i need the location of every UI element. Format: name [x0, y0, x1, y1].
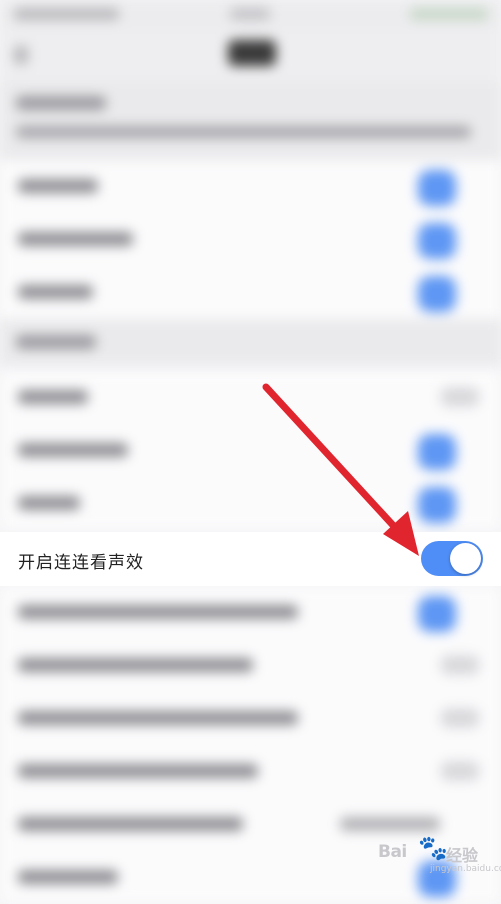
toggle-knob: [450, 543, 481, 574]
setting-row-11[interactable]: [0, 745, 501, 798]
setting-row-4[interactable]: [0, 371, 501, 424]
status-bar: [0, 0, 501, 30]
setting-row-6[interactable]: [0, 477, 501, 530]
setting-row-5[interactable]: [0, 424, 501, 477]
sound-effect-toggle[interactable]: [421, 541, 483, 576]
setting-row-2[interactable]: [0, 213, 501, 266]
watermark-logo: Bai: [378, 842, 407, 862]
section-header-2: [0, 319, 501, 365]
watermark-url: jingyan.baidu.com: [430, 864, 501, 874]
status-bar-left: [14, 8, 119, 20]
toggle-on-icon[interactable]: [418, 223, 456, 259]
toggle-off-icon[interactable]: [440, 708, 480, 728]
setting-row-9[interactable]: [0, 639, 501, 692]
toggle-on-icon[interactable]: [418, 487, 456, 523]
back-icon[interactable]: [14, 46, 28, 64]
baidu-jingyan-watermark: Bai 🐾 经验 jingyan.baidu.com: [378, 830, 501, 880]
watermark-text: 经验: [446, 846, 479, 865]
setting-row-3[interactable]: [0, 266, 501, 319]
toggle-off-icon[interactable]: [440, 387, 480, 407]
status-bar-time: [230, 8, 270, 20]
paw-icon: 🐾: [418, 834, 448, 862]
toggle-off-icon[interactable]: [440, 761, 480, 781]
page-title: [228, 40, 276, 66]
toggle-off-icon[interactable]: [440, 655, 480, 675]
toggle-on-icon[interactable]: [418, 170, 456, 206]
setting-row-link-sound[interactable]: 开启连连看声效: [0, 532, 501, 586]
toggle-on-icon[interactable]: [418, 434, 456, 470]
status-bar-battery: [410, 8, 488, 20]
section-header-1: [0, 82, 501, 160]
toggle-on-icon[interactable]: [418, 596, 456, 632]
blurred-settings-background: [0, 0, 501, 904]
toggle-on-icon[interactable]: [418, 276, 456, 312]
setting-row-1[interactable]: [0, 160, 501, 213]
row-value: [340, 817, 440, 831]
setting-row-10[interactable]: [0, 692, 501, 745]
setting-label: 开启连连看声效: [18, 553, 144, 573]
navigation-bar: [0, 30, 501, 82]
setting-row-8[interactable]: [0, 586, 501, 639]
